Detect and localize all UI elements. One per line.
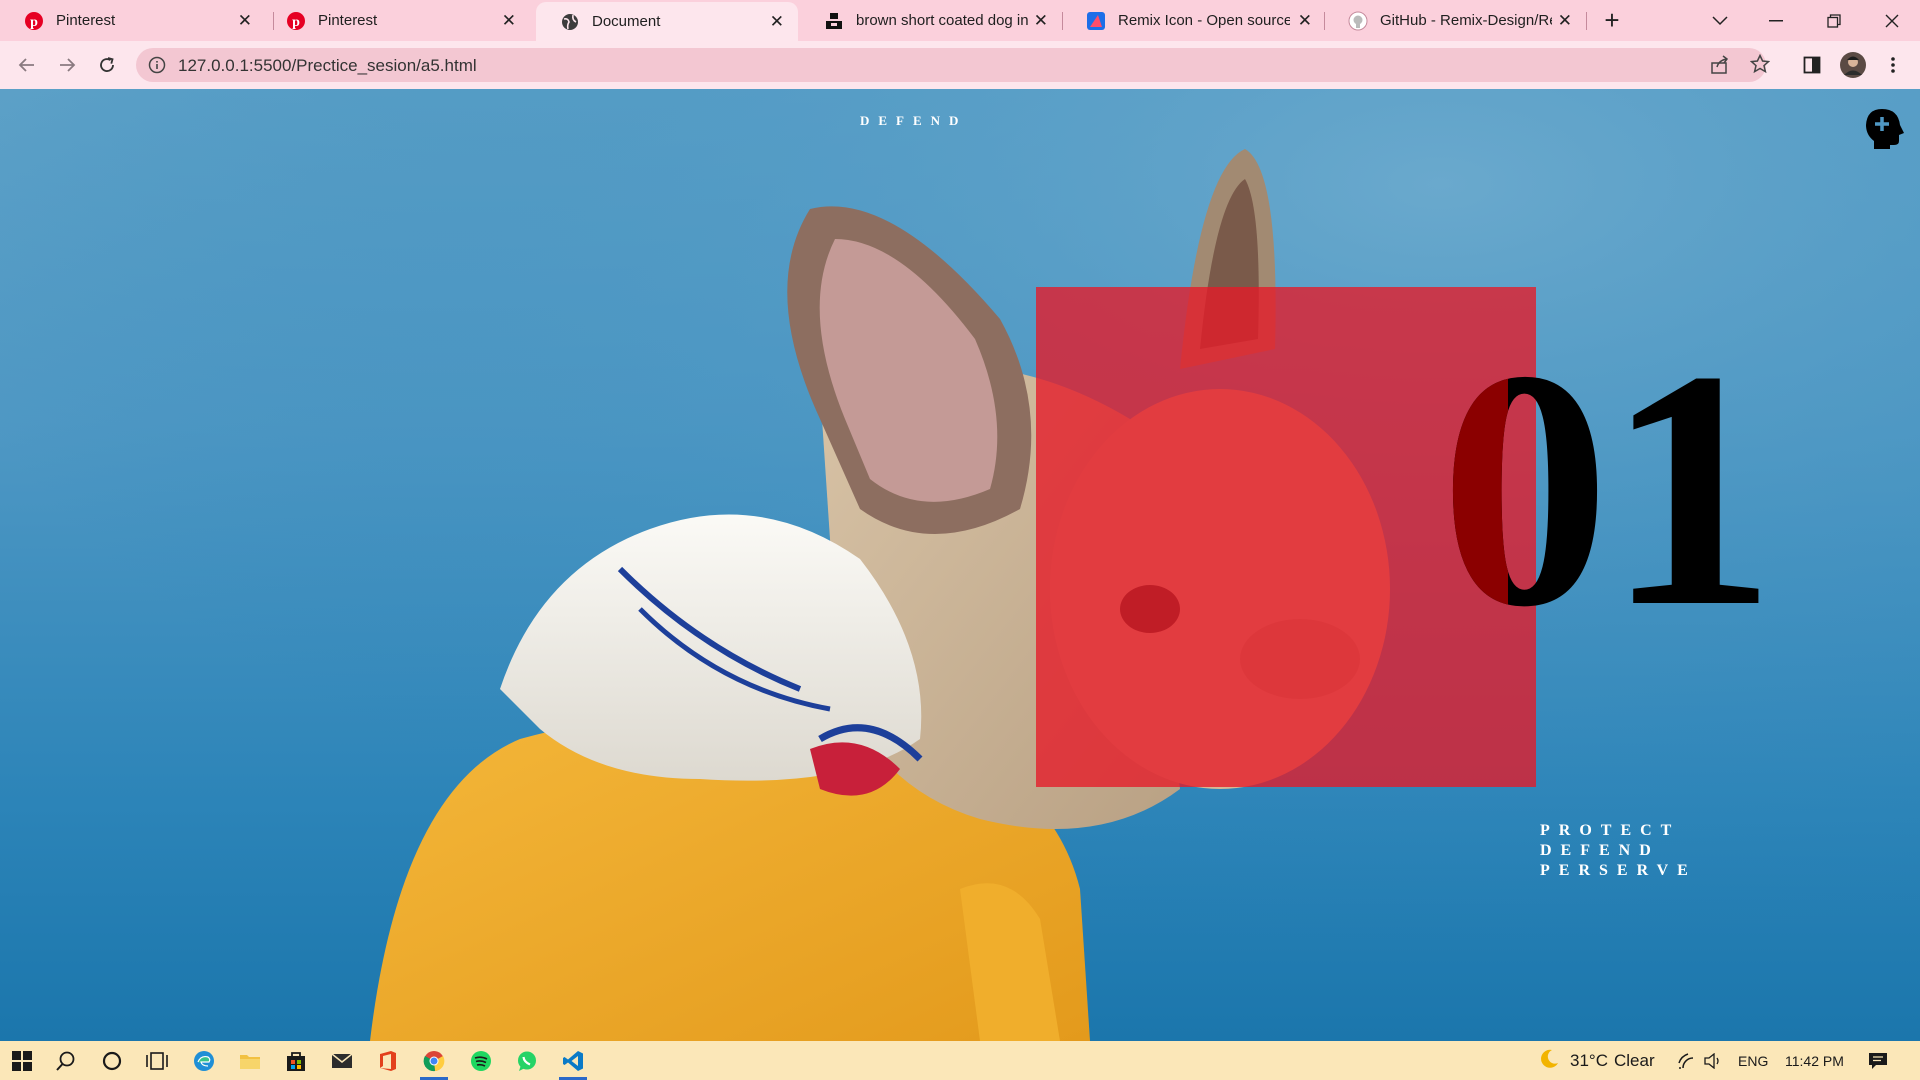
profile-avatar[interactable] — [1838, 50, 1868, 80]
weather-widget[interactable]: 31°C Clear — [1538, 1041, 1655, 1080]
tagline-line-protect: PROTECT — [1540, 822, 1681, 839]
address-bar[interactable]: 127.0.0.1:5500/Prectice_sesion/a5.html — [136, 48, 1771, 82]
mail-icon[interactable] — [320, 1041, 364, 1080]
tab-document[interactable]: Document ✕ — [536, 2, 798, 41]
volume-icon[interactable] — [1704, 1041, 1722, 1080]
site-brand[interactable]: DEFEND — [860, 113, 967, 129]
tab-pinterest-2[interactable]: p Pinterest ✕ — [262, 0, 530, 41]
weather-temperature: 31°C — [1570, 1050, 1608, 1070]
spotify-icon[interactable] — [459, 1041, 503, 1080]
language-indicator[interactable]: ENG — [1738, 1041, 1768, 1080]
tagline: PROTECT DEFEND PERSERVE — [1540, 821, 1697, 881]
office-icon[interactable] — [366, 1041, 410, 1080]
site-info-icon[interactable] — [148, 56, 166, 79]
tab-title: Pinterest — [56, 12, 116, 29]
slide-number: 01 01 — [1440, 319, 1800, 659]
close-tab-icon[interactable]: ✕ — [1558, 11, 1572, 31]
more-menu-icon[interactable] — [1878, 50, 1908, 80]
pinterest-icon: p — [24, 11, 44, 31]
tab-title: Pinterest — [318, 12, 378, 29]
windows-start-icon[interactable] — [0, 1041, 44, 1080]
tab-github[interactable]: GitHub - Remix-Design/Re ✕ — [1324, 0, 1586, 41]
network-icon[interactable] — [1678, 1041, 1696, 1080]
restore-button[interactable] — [1806, 0, 1862, 41]
share-icon[interactable] — [1710, 55, 1730, 80]
windows-taskbar: 31°C Clear ENG 11:42 PM — [0, 1041, 1920, 1080]
forward-button[interactable] — [52, 50, 82, 80]
tab-remix-icon[interactable]: Remix Icon - Open source i ✕ — [1062, 0, 1326, 41]
pinterest-icon: p — [286, 11, 306, 31]
close-window-button[interactable] — [1864, 0, 1920, 41]
tab-pinterest-1[interactable]: p Pinterest ✕ — [0, 0, 266, 41]
search-icon[interactable] — [44, 1041, 88, 1080]
side-panel-icon[interactable] — [1797, 50, 1827, 80]
minimize-button[interactable] — [1748, 0, 1804, 41]
whatsapp-icon[interactable] — [505, 1041, 549, 1080]
chrome-icon[interactable] — [412, 1041, 456, 1080]
tab-title: Remix Icon - Open source i — [1118, 12, 1290, 29]
globe-icon — [560, 12, 580, 32]
moon-icon — [1538, 1048, 1560, 1073]
tab-title: Document — [592, 13, 661, 30]
notifications-icon[interactable] — [1868, 1041, 1888, 1080]
task-view-icon[interactable] — [135, 1041, 179, 1080]
tab-unsplash[interactable]: brown short coated dog in ✕ — [800, 0, 1062, 41]
svg-text:p: p — [292, 15, 300, 30]
weather-description: Clear — [1613, 1050, 1655, 1070]
clock[interactable]: 11:42 PM — [1785, 1041, 1844, 1080]
close-tab-icon[interactable]: ✕ — [770, 12, 784, 32]
close-tab-icon[interactable]: ✕ — [502, 11, 516, 31]
edge-icon[interactable] — [182, 1041, 226, 1080]
close-tab-icon[interactable]: ✕ — [1034, 11, 1048, 31]
close-tab-icon[interactable]: ✕ — [1298, 11, 1312, 31]
bookmark-star-icon[interactable] — [1749, 53, 1771, 79]
url-text: 127.0.0.1:5500/Prectice_sesion/a5.html — [178, 56, 477, 75]
tab-title: brown short coated dog in — [856, 12, 1028, 29]
unsplash-icon — [824, 11, 844, 31]
new-tab-button[interactable]: + — [1598, 6, 1626, 34]
tagline-line-defend: DEFEND — [1540, 842, 1660, 859]
head-plus-icon[interactable] — [1862, 107, 1904, 149]
store-icon[interactable] — [274, 1041, 318, 1080]
page-viewport: DEFEND 01 01 PROTECT DEFEND PERSERVE — [0, 89, 1920, 1041]
file-explorer-icon[interactable] — [228, 1041, 272, 1080]
tagline-line-perserve: PERSERVE — [1540, 862, 1697, 879]
tab-search-dropdown-icon[interactable] — [1692, 0, 1748, 41]
svg-text:p: p — [30, 15, 38, 30]
cortana-icon[interactable] — [90, 1041, 134, 1080]
remix-icon — [1086, 11, 1106, 31]
tab-title: GitHub - Remix-Design/Re — [1380, 12, 1552, 29]
back-button[interactable] — [12, 50, 42, 80]
close-tab-icon[interactable]: ✕ — [238, 11, 252, 31]
tab-strip: p Pinterest ✕ p Pinterest ✕ Document ✕ b… — [0, 0, 1920, 41]
vscode-icon[interactable] — [551, 1041, 595, 1080]
github-icon — [1348, 11, 1368, 31]
reload-button[interactable] — [92, 50, 122, 80]
browser-toolbar: 127.0.0.1:5500/Prectice_sesion/a5.html — [0, 41, 1920, 89]
